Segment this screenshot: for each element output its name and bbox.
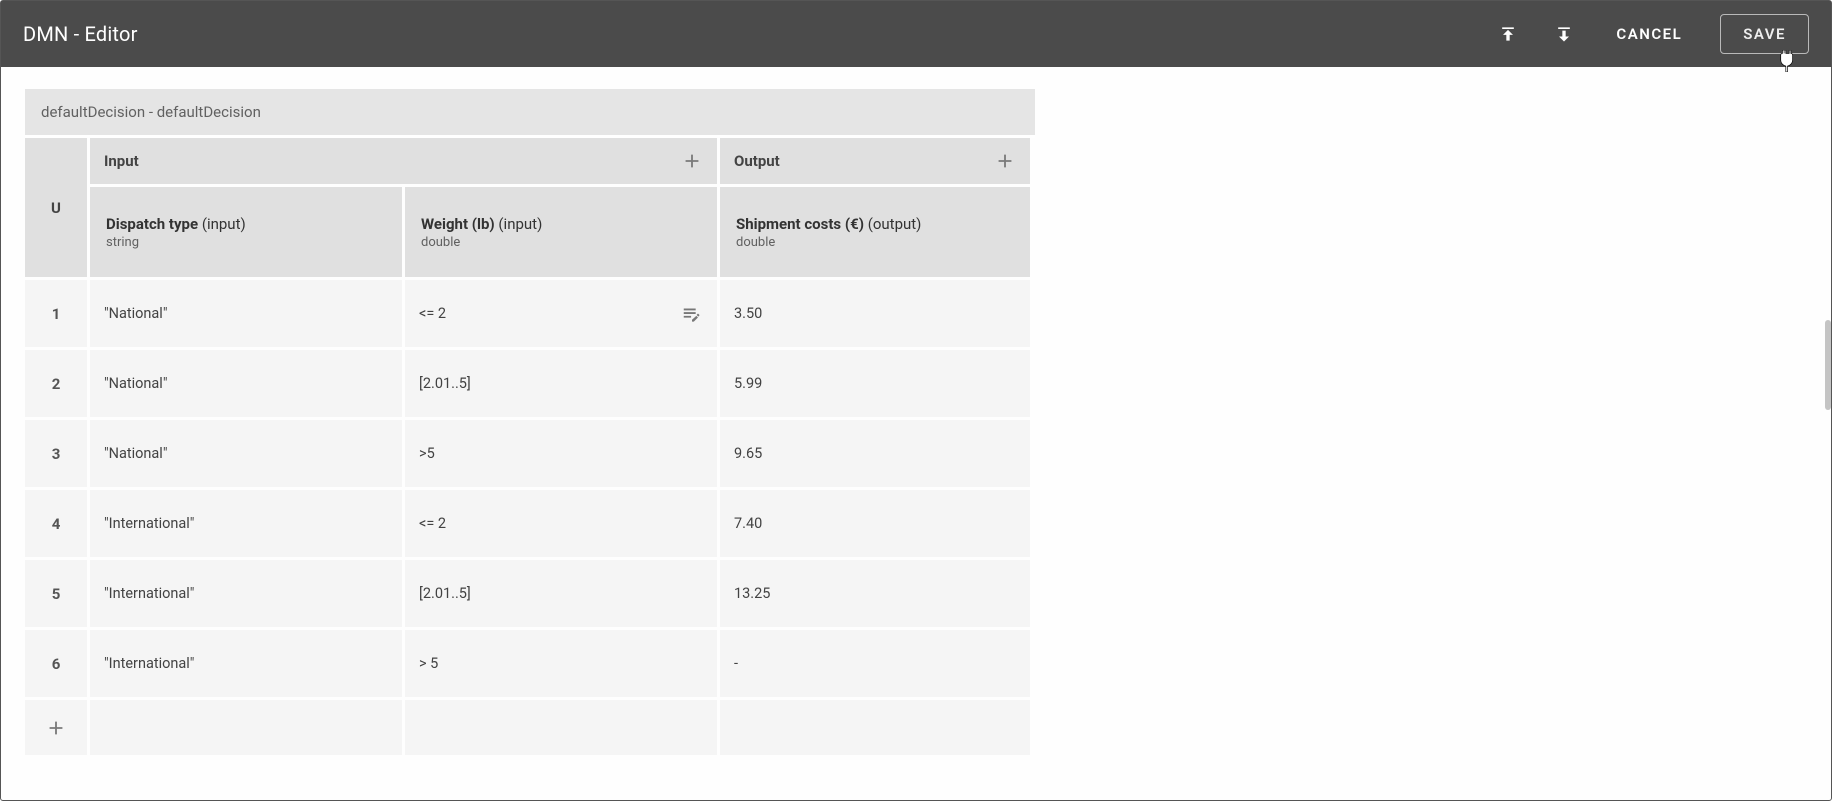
- decision-table: defaultDecision - defaultDecision U Inpu…: [25, 89, 1035, 755]
- toolbar: DMN - Editor CANCEL SAVE: [1, 1, 1831, 67]
- add-input-column-icon[interactable]: [681, 150, 703, 172]
- upload-icon[interactable]: [1494, 20, 1522, 48]
- plus-icon: [45, 717, 67, 739]
- toolbar-actions: CANCEL SAVE: [1494, 14, 1809, 54]
- column-header-weight[interactable]: Weight (lb) (input) double: [405, 187, 717, 277]
- cell-dispatch[interactable]: "National": [90, 420, 402, 487]
- column-type: string: [106, 235, 386, 250]
- row-number[interactable]: 2: [25, 350, 87, 417]
- cell-shipment[interactable]: 7.40: [720, 490, 1030, 557]
- cell-weight[interactable]: [2.01..5]: [405, 560, 717, 627]
- add-output-column-icon[interactable]: [994, 150, 1016, 172]
- content-area: defaultDecision - defaultDecision U Inpu…: [1, 67, 1831, 800]
- scrollbar-track[interactable]: [1824, 68, 1832, 799]
- column-type: double: [421, 235, 701, 250]
- row-number[interactable]: 5: [25, 560, 87, 627]
- cell-shipment[interactable]: 5.99: [720, 350, 1030, 417]
- input-group-label: Input: [104, 152, 139, 170]
- cell-value: <= 2: [419, 305, 446, 322]
- cell-weight[interactable]: > 5: [405, 630, 717, 697]
- decision-caption[interactable]: defaultDecision - defaultDecision: [25, 89, 1035, 138]
- cell-shipment[interactable]: 3.50: [720, 280, 1030, 347]
- cell-dispatch[interactable]: "International": [90, 490, 402, 557]
- cell-weight[interactable]: >5: [405, 420, 717, 487]
- scrollbar-thumb[interactable]: [1825, 320, 1831, 410]
- app-title: DMN - Editor: [23, 22, 1494, 46]
- cell-weight[interactable]: [2.01..5]: [405, 350, 717, 417]
- row-number[interactable]: 1: [25, 280, 87, 347]
- hit-policy-cell[interactable]: U: [25, 138, 87, 277]
- cell-dispatch[interactable]: "International": [90, 630, 402, 697]
- output-group-label: Output: [734, 152, 780, 170]
- decision-grid: U Input Output Dispatch type (input) str…: [25, 138, 1035, 755]
- row-number[interactable]: 6: [25, 630, 87, 697]
- cancel-button[interactable]: CANCEL: [1606, 17, 1692, 51]
- add-row-button[interactable]: [25, 700, 87, 755]
- column-type: double: [736, 235, 1014, 250]
- row-number[interactable]: 3: [25, 420, 87, 487]
- cell-weight[interactable]: <= 2: [405, 280, 717, 347]
- cell-shipment[interactable]: 9.65: [720, 420, 1030, 487]
- column-title: Shipment costs (€) (output): [736, 215, 1014, 233]
- download-icon[interactable]: [1550, 20, 1578, 48]
- column-header-shipment[interactable]: Shipment costs (€) (output) double: [720, 187, 1030, 277]
- app-frame: DMN - Editor CANCEL SAVE defaultDecision…: [0, 0, 1832, 801]
- cell-weight[interactable]: <= 2: [405, 490, 717, 557]
- empty-cell: [720, 700, 1030, 755]
- empty-cell: [405, 700, 717, 755]
- cell-shipment[interactable]: -: [720, 630, 1030, 697]
- column-title: Weight (lb) (input): [421, 215, 701, 233]
- cell-dispatch[interactable]: "National": [90, 280, 402, 347]
- column-title: Dispatch type (input): [106, 215, 386, 233]
- column-header-dispatch[interactable]: Dispatch type (input) string: [90, 187, 402, 277]
- input-group-header: Input: [90, 138, 717, 184]
- empty-cell: [90, 700, 402, 755]
- cell-shipment[interactable]: 13.25: [720, 560, 1030, 627]
- cell-dispatch[interactable]: "International": [90, 560, 402, 627]
- save-button[interactable]: SAVE: [1720, 14, 1809, 54]
- output-group-header: Output: [720, 138, 1030, 184]
- row-number[interactable]: 4: [25, 490, 87, 557]
- edit-rule-icon[interactable]: [681, 303, 703, 325]
- cell-dispatch[interactable]: "National": [90, 350, 402, 417]
